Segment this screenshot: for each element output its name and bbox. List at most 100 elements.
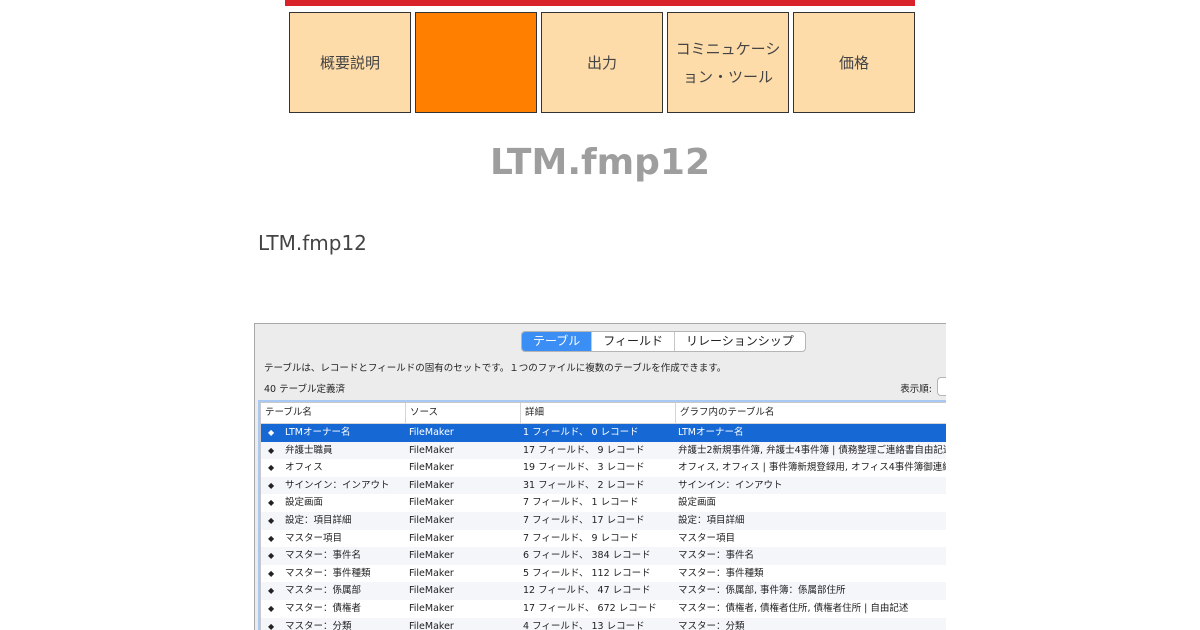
table-row[interactable]: ◆ 設定：項目詳細 FileMaker 7 フィールド、 17 レコード 設定：項目詳細 (261, 511, 946, 530)
table-rows: ◆ LTMオーナー名 FileMaker 1 フィールド、 0 レコード LTMオーナー… (261, 424, 946, 630)
column-header-source[interactable]: ソース (405, 403, 520, 423)
drag-handle-icon[interactable]: ◆ (268, 459, 274, 477)
cell-details: 17 フィールド、 672 レコード (523, 602, 657, 614)
database-manager-screenshot: テーブル フィールド リレーションシップ テーブルは、レコードとフィールドの固有… (254, 323, 946, 630)
sort-order-select[interactable] (937, 377, 946, 396)
nav-item-label: 価格 (838, 53, 869, 72)
cell-graph-tables: LTMオーナー名 (678, 427, 744, 438)
drag-handle-icon[interactable]: ◆ (268, 618, 274, 630)
cell-source: FileMaker (409, 532, 454, 544)
cell-table-name: オフィス (285, 462, 323, 474)
nav-item-output[interactable]: 出力 (541, 12, 663, 113)
cell-source: FileMaker (409, 462, 454, 474)
cell-table-name: マスター：事件種類 (285, 567, 371, 579)
cell-graph-tables: マスター：事件種類 (678, 567, 764, 579)
nav-item-label: コミニュケーシ ョン・ツール (675, 39, 781, 86)
drag-handle-icon[interactable]: ◆ (268, 442, 274, 460)
column-header-details[interactable]: 詳細 (520, 403, 675, 423)
drag-handle-icon[interactable]: ◆ (268, 600, 274, 618)
cell-details: 5 フィールド、 112 レコード (523, 567, 651, 579)
table-row[interactable]: ◆ マスター：分類 FileMaker 4 フィールド、 13 レコード マスター：分類 (261, 617, 946, 630)
table-row[interactable]: ◆ LTMオーナー名 FileMaker 1 フィールド、 0 レコード LTMオーナー… (261, 424, 946, 442)
main-nav: 概要説明 出力 コミニュケーシ ョン・ツール 価格 (289, 12, 919, 113)
cell-table-name: マスター項目 (285, 532, 343, 544)
sort-order-label: 表示順: (900, 384, 932, 395)
cell-table-name: 設定：項目詳細 (285, 514, 352, 526)
nav-item-label: 概要説明 (319, 53, 380, 72)
cell-table-name: マスター：債権者 (285, 602, 362, 614)
cell-source: FileMaker (409, 550, 454, 562)
cell-source: FileMaker (409, 444, 454, 456)
cell-graph-tables: 弁護士2新規事件簿, 弁護士4事件簿 | 債務整理ご連絡書自由記述 (678, 444, 946, 456)
table-row[interactable]: ◆ 弁護士職員 FileMaker 17 フィールド、 9 レコード 弁護士2新規事件簿… (261, 441, 946, 460)
tables-description: テーブルは、レコードとフィールドの固有のセットです。１つのファイルに複数のテーブ… (264, 363, 727, 374)
nav-item-overview[interactable]: 概要説明 (289, 12, 411, 113)
table-header: テーブル名 ソース 詳細 グラフ内のテーブル名 (261, 403, 946, 424)
cell-details: 17 フィールド、 9 レコード (523, 444, 645, 456)
cell-graph-tables: マスター：事件名 (678, 550, 755, 562)
cell-details: 19 フィールド、 3 レコード (523, 462, 645, 474)
drag-handle-icon[interactable]: ◆ (268, 424, 274, 442)
nav-item-label: 出力 (586, 53, 617, 72)
tab-segmented-control: テーブル フィールド リレーションシップ (521, 331, 806, 352)
cell-source: FileMaker (409, 479, 454, 491)
cell-details: 7 フィールド、 1 レコード (523, 497, 639, 509)
cell-source: FileMaker (409, 497, 454, 509)
tab-fields[interactable]: フィールド (591, 332, 674, 351)
cell-graph-tables: 設定：項目詳細 (678, 514, 745, 526)
table-row[interactable]: ◆ 設定画面 FileMaker 7 フィールド、 1 レコード 設定画面 (261, 494, 946, 512)
table-row[interactable]: ◆ マスター：係属部 FileMaker 12 フィールド、 47 レコード マスター：… (261, 582, 946, 600)
cell-graph-tables: マスター：係属部, 事件簿：係属部住所 (678, 585, 846, 597)
cell-table-name: LTMオーナー名 (285, 427, 351, 438)
cell-graph-tables: サインイン：インアウト (678, 479, 783, 491)
table-row[interactable]: ◆ オフィス FileMaker 19 フィールド、 3 レコード オフィス, オフィス… (261, 459, 946, 477)
cell-graph-tables: マスター：分類 (678, 620, 745, 630)
drag-handle-icon[interactable]: ◆ (268, 530, 274, 548)
cell-details: 12 フィールド、 47 レコード (523, 585, 651, 597)
cell-details: 7 フィールド、 9 レコード (523, 532, 639, 544)
cell-graph-tables: 設定画面 (678, 497, 717, 509)
drag-handle-icon[interactable]: ◆ (268, 512, 274, 530)
column-header-table-name[interactable]: テーブル名 (261, 403, 405, 423)
cell-details: 4 フィールド、 13 レコード (523, 620, 645, 630)
cell-details: 7 フィールド、 17 レコード (523, 514, 645, 526)
cell-table-name: マスター：係属部 (285, 585, 362, 597)
drag-handle-icon[interactable]: ◆ (268, 477, 274, 495)
cell-graph-tables: マスター：債権者, 債権者住所, 債権者住所 | 自由記述 (678, 602, 909, 614)
tab-relationships[interactable]: リレーションシップ (674, 332, 805, 351)
tables-list: テーブル名 ソース 詳細 グラフ内のテーブル名 ◆ LTMオーナー名 FileMak… (260, 402, 946, 630)
top-accent-bar (285, 0, 915, 6)
drag-handle-icon[interactable]: ◆ (268, 565, 274, 583)
cell-source: FileMaker (409, 567, 454, 579)
table-row[interactable]: ◆ サインイン：インアウト FileMaker 31 フィールド、 2 レコード サイン… (261, 476, 946, 495)
page-subtitle: LTM.fmp12 (258, 231, 367, 255)
table-row[interactable]: ◆ マスター項目 FileMaker 7 フィールド、 9 レコード マスター項目 (261, 530, 946, 548)
cell-source: FileMaker (409, 427, 454, 438)
column-header-graph-tables[interactable]: グラフ内のテーブル名 (675, 403, 946, 423)
page-title: LTM.fmp12 (489, 142, 711, 183)
cell-details: 1 フィールド、 0 レコード (523, 427, 639, 438)
nav-item-active[interactable] (415, 12, 537, 113)
cell-source: FileMaker (409, 514, 454, 526)
cell-table-name: 設定画面 (285, 497, 324, 509)
drag-handle-icon[interactable]: ◆ (268, 494, 274, 512)
cell-table-name: 弁護士職員 (285, 444, 333, 456)
cell-graph-tables: マスター項目 (678, 532, 736, 544)
cell-table-name: マスター：分類 (285, 620, 352, 630)
cell-source: FileMaker (409, 585, 454, 597)
nav-item-price[interactable]: 価格 (793, 12, 915, 113)
table-row[interactable]: ◆ マスター：債権者 FileMaker 17 フィールド、 672 レコード マスター… (261, 600, 946, 618)
cell-source: FileMaker (409, 620, 454, 630)
cell-graph-tables: オフィス, オフィス | 事件簿新規登録用, オフィス4事件簿御連絡書 (678, 462, 946, 474)
table-row[interactable]: ◆ マスター：事件種類 FileMaker 5 フィールド、 112 レコード マスター… (261, 565, 946, 583)
tab-tables[interactable]: テーブル (522, 332, 592, 351)
cell-table-name: マスター：事件名 (285, 550, 362, 562)
cell-table-name: サインイン：インアウト (285, 479, 390, 491)
drag-handle-icon[interactable]: ◆ (268, 582, 274, 600)
drag-handle-icon[interactable]: ◆ (268, 547, 274, 565)
table-row[interactable]: ◆ マスター：事件名 FileMaker 6 フィールド、 384 レコード マスター：… (261, 547, 946, 565)
table-count: 40 テーブル定義済 (264, 384, 346, 395)
cell-details: 31 フィールド、 2 レコード (523, 479, 645, 491)
nav-item-communication-tools[interactable]: コミニュケーシ ョン・ツール (667, 12, 789, 113)
cell-details: 6 フィールド、 384 レコード (523, 550, 651, 562)
